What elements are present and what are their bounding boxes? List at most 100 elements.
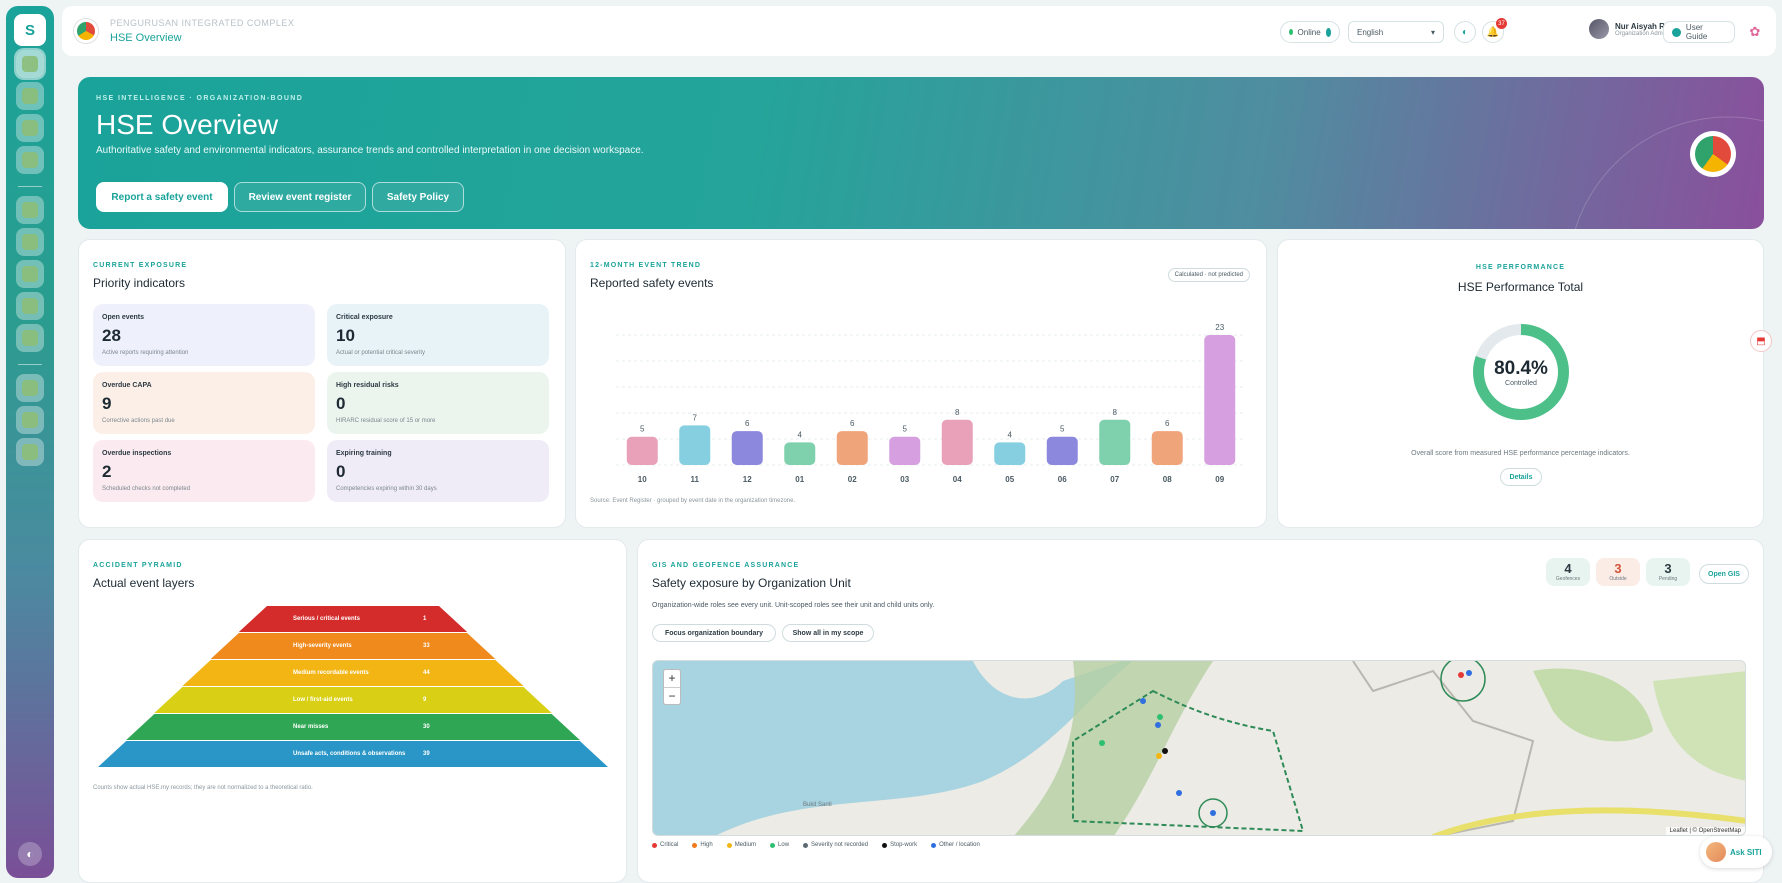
details-button[interactable]: Details — [1500, 468, 1542, 486]
indicator-value: 0 — [336, 462, 346, 481]
marker-critical — [1458, 672, 1464, 678]
sidebar-item-register[interactable] — [16, 82, 44, 110]
open-gis-button[interactable]: Open GIS — [1699, 564, 1749, 584]
training-icon — [22, 152, 38, 168]
chevron-down-icon: ▾ — [1430, 27, 1435, 37]
hero-eyebrow: HSE INTELLIGENCE · ORGANIZATION-BOUND — [96, 95, 304, 102]
bar-value-label: 7 — [693, 413, 698, 422]
stat-value: 3 — [1614, 561, 1622, 576]
sidebar-item-inspections[interactable] — [16, 114, 44, 142]
zoom-in-button[interactable]: + — [664, 670, 680, 687]
map-attribution[interactable]: Leaflet | © OpenStreetMap — [1665, 827, 1745, 835]
stat-label: Geofences — [1555, 576, 1581, 582]
pyramid-layer[interactable]: Medium recordable events 44 — [182, 660, 524, 686]
indicator-tile[interactable]: Open events 28 Active reports requiring at… — [93, 304, 315, 366]
avatar — [1589, 19, 1609, 39]
theme-toggle-icon[interactable]: ◐ — [18, 842, 42, 866]
map-place-label: Bukit Santi — [803, 802, 832, 808]
sidebar-item-reports[interactable] — [16, 406, 44, 434]
bar-value-label: 4 — [1008, 430, 1013, 439]
pyramid-layer-value: 33 — [422, 643, 430, 649]
pyramid-layer[interactable]: Serious / critical events 1 — [238, 606, 468, 632]
bar[interactable] — [1046, 436, 1078, 465]
notifications-button[interactable]: 🔔 37 — [1482, 18, 1507, 43]
language-select[interactable]: English ▾ — [1348, 21, 1444, 43]
flower-icon[interactable]: ✿ — [1744, 21, 1766, 43]
pdf-export-icon[interactable]: ⬒ — [1750, 330, 1772, 352]
card-eyebrow: HSE PERFORMANCE — [1475, 264, 1566, 271]
bar[interactable] — [941, 419, 973, 465]
report-event-button[interactable]: Report a safety event — [96, 182, 228, 212]
indicator-label: Critical exposure — [336, 314, 393, 321]
sidebar-item-tools[interactable] — [16, 228, 44, 256]
indicator-tile[interactable]: Expiring training 0 Competencies expiring … — [327, 440, 549, 502]
status-dot-icon — [1289, 29, 1293, 35]
sidebar-item-workflow[interactable] — [16, 324, 44, 352]
indicator-value: 10 — [336, 326, 355, 345]
bar-value-label: 6 — [1165, 419, 1170, 428]
marker-location — [1210, 810, 1216, 816]
bar[interactable] — [1204, 335, 1236, 465]
online-status[interactable]: Online — [1280, 21, 1340, 43]
pyramid-layer[interactable]: High-severity events 33 — [210, 633, 496, 659]
review-register-button[interactable]: Review event register — [234, 182, 366, 212]
bar[interactable] — [889, 436, 921, 465]
legend-dot-icon — [652, 842, 657, 848]
zoom-out-button[interactable]: − — [664, 687, 680, 704]
performance-value: 80.4% — [1494, 357, 1548, 379]
sidebar-item-training[interactable] — [16, 146, 44, 174]
sidebar-item-risk[interactable] — [16, 292, 44, 320]
indicator-tile[interactable]: High residual risks 0 HIRARC residual scor… — [327, 372, 549, 434]
pyramid-layer[interactable]: Unsafe acts, conditions & observations 39 — [98, 741, 608, 767]
bar[interactable] — [731, 431, 763, 465]
sidebar-item-people[interactable] — [16, 374, 44, 402]
green-shape — [1533, 668, 1653, 742]
sidebar-item-environment[interactable] — [16, 260, 44, 288]
status-label: Online — [1297, 27, 1321, 37]
geofence-stat: 3 Outside — [1596, 558, 1640, 586]
bar[interactable] — [994, 442, 1026, 465]
geofence-stat: 3 Pending — [1646, 558, 1690, 586]
sidebar-item-dashboard[interactable] — [16, 50, 44, 78]
x-tick-label: 07 — [1110, 475, 1119, 484]
user-guide-button[interactable]: User Guide — [1663, 21, 1735, 43]
bar[interactable] — [1151, 431, 1183, 465]
marker-medium — [1156, 753, 1162, 759]
indicator-tile[interactable]: Critical exposure 10 Actual or potential c… — [327, 304, 549, 366]
bar-value-label: 4 — [798, 430, 803, 439]
x-tick-label: 12 — [743, 475, 752, 484]
bar[interactable] — [836, 431, 868, 465]
bar[interactable] — [679, 425, 711, 465]
contrast-toggle-icon[interactable]: ◐ — [1454, 21, 1476, 43]
page-title: HSE Overview — [110, 32, 182, 44]
zoom-control[interactable]: + − — [663, 669, 681, 705]
ask-siti-button[interactable]: Ask SITI — [1700, 836, 1772, 868]
bar[interactable] — [626, 436, 658, 465]
reports-icon — [22, 412, 38, 428]
pyramid-layer[interactable]: Near misses 30 — [126, 714, 580, 740]
pyramid-layer[interactable]: Low / first-aid events 9 — [154, 687, 552, 713]
focus-boundary-button[interactable]: Focus organization boundary — [652, 624, 776, 642]
pyramid-layer-label: Near misses — [292, 724, 329, 730]
incident-icon — [22, 202, 38, 218]
inspection-icon — [22, 120, 38, 136]
pyramid-layer-value: 30 — [422, 724, 430, 730]
bell-icon: 🔔 — [1486, 26, 1500, 38]
indicator-label: Expiring training — [336, 450, 392, 457]
sidebar-item-documents[interactable] — [16, 438, 44, 466]
sidebar-item-incidents[interactable] — [16, 196, 44, 224]
card-eyebrow: ACCIDENT PYRAMID — [93, 562, 183, 569]
bar[interactable] — [1099, 419, 1131, 465]
indicator-note: Actual or potential critical severity — [336, 350, 426, 356]
legend-item: Medium — [726, 842, 756, 848]
safety-policy-button[interactable]: Safety Policy — [372, 182, 464, 212]
legend-item: Stop-work — [882, 842, 917, 848]
indicator-tile[interactable]: Overdue CAPA 9 Corrective actions past due — [93, 372, 315, 434]
legend-dot-icon — [882, 842, 888, 848]
show-all-button[interactable]: Show all in my scope — [782, 624, 874, 642]
indicator-tile[interactable]: Overdue inspections 2 Scheduled checks not… — [93, 440, 315, 502]
marker-stopwork — [1162, 748, 1168, 754]
map[interactable]: Bukit Santi + − Leaflet | © OpenStreetMa… — [652, 660, 1746, 836]
app-logo[interactable]: S — [14, 14, 46, 46]
bar[interactable] — [784, 442, 816, 465]
